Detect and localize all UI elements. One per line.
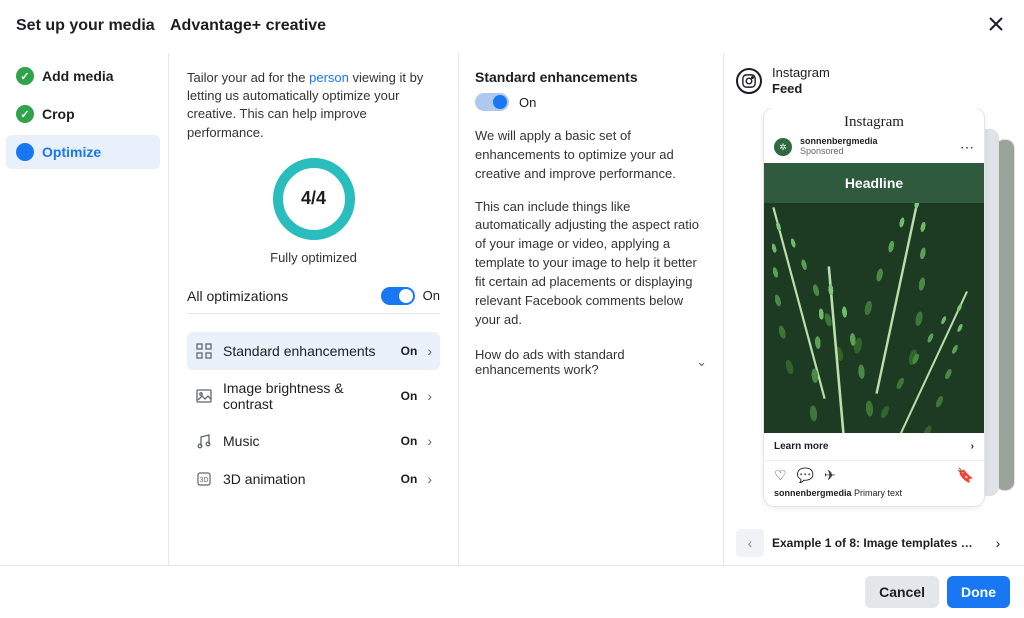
- music-icon: [195, 432, 213, 450]
- preview-action-row: ♡ 💬 ✈ 🔖: [764, 461, 984, 488]
- option-state: On: [401, 344, 418, 358]
- preview-panel: Instagram Feed Instagram ✲ s: [724, 53, 1024, 565]
- gauge-value: 4/4: [271, 156, 357, 242]
- detail-panel: Standard enhancements On We will apply a…: [459, 53, 724, 565]
- option-label: Standard enhancements: [223, 343, 391, 359]
- accordion-label: How do ads with standard enhancements wo…: [475, 347, 696, 377]
- instagram-wordmark: Instagram: [764, 108, 984, 135]
- half-circle-icon: [16, 143, 34, 161]
- pager-text: Example 1 of 8: Image templates for Fe…: [772, 536, 976, 550]
- instagram-icon: [736, 68, 762, 94]
- instagram-preview-card: Instagram ✲ sonnenbergmedia Sponsored ⋯ …: [764, 108, 984, 506]
- preview-placement: Feed: [772, 81, 830, 97]
- detail-paragraph-1: We will apply a basic set of enhancement…: [475, 127, 707, 184]
- svg-text:3D: 3D: [200, 477, 209, 484]
- step-label: Crop: [42, 106, 75, 122]
- step-crop[interactable]: ✓ Crop: [6, 97, 160, 131]
- footer: Cancel Done: [0, 565, 1024, 618]
- how-it-works-accordion[interactable]: How do ads with standard enhancements wo…: [475, 343, 707, 377]
- sidebar-title: Set up your media: [16, 17, 170, 35]
- sidebar: ✓ Add media ✓ Crop Optimize: [0, 53, 168, 565]
- preview-headline: Headline: [764, 163, 984, 203]
- chevron-right-icon: ›: [971, 441, 974, 452]
- option-label: Music: [223, 433, 391, 449]
- chevron-right-icon: ›: [996, 535, 1001, 551]
- page-title: Advantage+ creative: [170, 17, 984, 35]
- option-3d-animation[interactable]: 3D 3D animation On ›: [187, 460, 440, 498]
- option-state: On: [401, 472, 418, 486]
- detail-paragraph-2: This can include things like automatical…: [475, 198, 707, 330]
- chevron-left-icon: ‹: [748, 535, 753, 551]
- grid-icon: [195, 342, 213, 360]
- person-link[interactable]: person: [309, 70, 349, 85]
- bookmark-icon: 🔖: [957, 467, 974, 484]
- check-icon: ✓: [16, 67, 34, 85]
- option-standard-enhancements[interactable]: Standard enhancements On ›: [187, 332, 440, 370]
- intro-text: Tailor your ad for the person viewing it…: [187, 69, 440, 142]
- toggle-state-text: On: [423, 288, 440, 303]
- preview-caption: sonnenbergmedia Primary text: [764, 488, 984, 506]
- standard-enhancements-toggle[interactable]: On: [475, 93, 707, 111]
- check-icon: ✓: [16, 105, 34, 123]
- option-music[interactable]: Music On ›: [187, 422, 440, 460]
- option-brightness-contrast[interactable]: Image brightness & contrast On ›: [187, 370, 440, 422]
- chevron-down-icon: ⌄: [696, 354, 707, 370]
- optimization-gauge: 4/4: [271, 156, 357, 242]
- cancel-button[interactable]: Cancel: [865, 576, 939, 608]
- preview-image: [764, 203, 984, 433]
- option-state: On: [401, 389, 418, 403]
- share-icon: ✈: [824, 467, 836, 484]
- detail-heading: Standard enhancements: [475, 69, 707, 85]
- done-button[interactable]: Done: [947, 576, 1010, 608]
- preview-cta: Learn more ›: [764, 433, 984, 461]
- all-optimizations-label: All optimizations: [187, 288, 288, 304]
- more-icon: ⋯: [960, 139, 974, 156]
- step-add-media[interactable]: ✓ Add media: [6, 59, 160, 93]
- pager-next-button[interactable]: ›: [984, 529, 1012, 557]
- option-label: Image brightness & contrast: [223, 380, 391, 412]
- chevron-right-icon: ›: [427, 471, 432, 487]
- pager-prev-button[interactable]: ‹: [736, 529, 764, 557]
- option-label: 3D animation: [223, 471, 391, 487]
- step-label: Optimize: [42, 144, 101, 160]
- chevron-right-icon: ›: [427, 388, 432, 404]
- step-optimize[interactable]: Optimize: [6, 135, 160, 169]
- cube-icon: 3D: [195, 470, 213, 488]
- preview-platform: Instagram: [772, 65, 830, 81]
- close-button[interactable]: [984, 12, 1008, 40]
- all-optimizations-toggle[interactable]: On: [381, 287, 440, 305]
- image-icon: [195, 387, 213, 405]
- toggle-state-text: On: [519, 95, 536, 110]
- chevron-right-icon: ›: [427, 433, 432, 449]
- step-label: Add media: [42, 68, 114, 84]
- sponsored-label: Sponsored: [800, 147, 952, 157]
- optimizations-panel: Tailor your ad for the person viewing it…: [169, 53, 459, 565]
- option-state: On: [401, 434, 418, 448]
- heart-icon: ♡: [774, 467, 787, 484]
- avatar: ✲: [774, 138, 792, 156]
- comment-icon: 💬: [797, 467, 814, 484]
- gauge-caption: Fully optimized: [270, 250, 357, 265]
- chevron-right-icon: ›: [427, 343, 432, 359]
- close-icon: [988, 16, 1004, 32]
